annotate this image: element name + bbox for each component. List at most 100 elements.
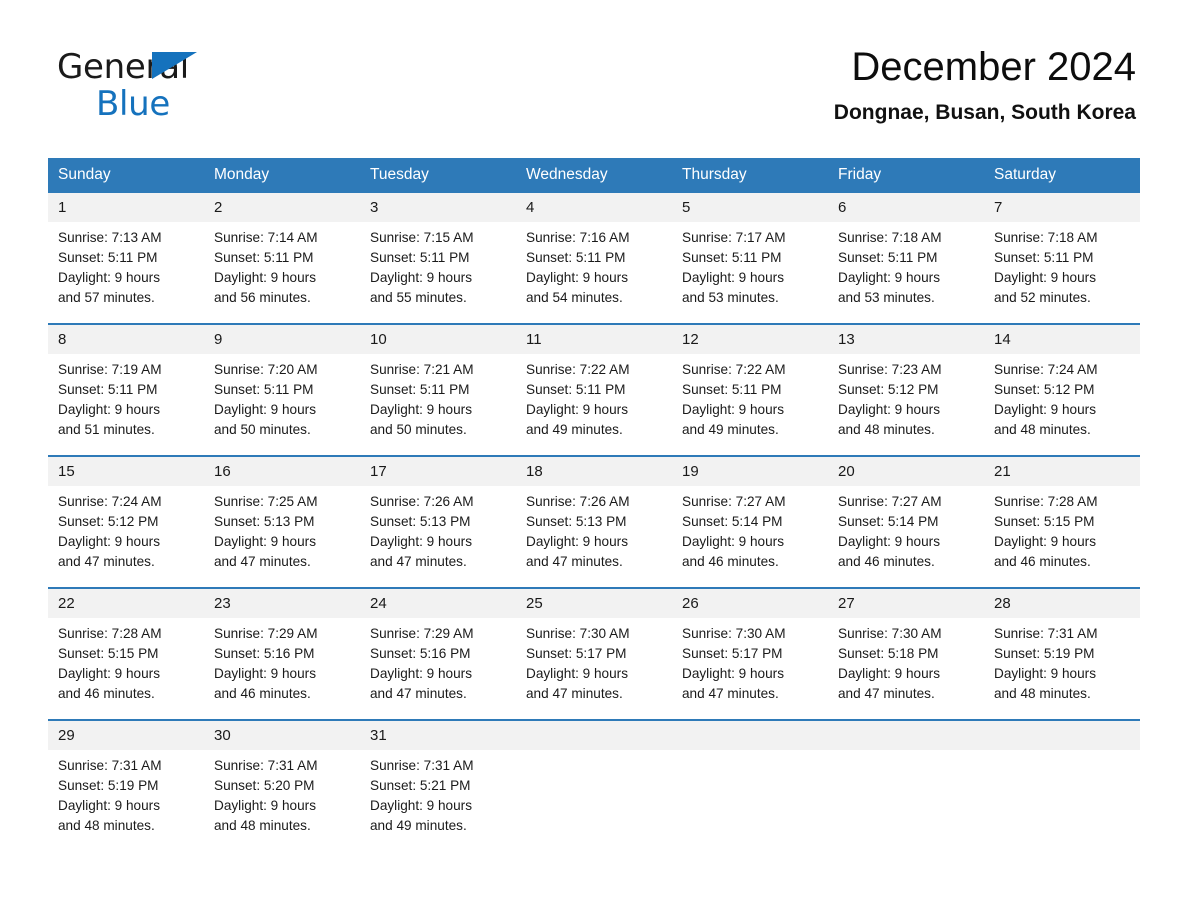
daylight-text-line1: Daylight: 9 hours — [682, 402, 785, 417]
sunset-text: Sunset: 5:11 PM — [682, 250, 782, 265]
day-cell[interactable]: Sunrise: 7:27 AM Sunset: 5:14 PM Dayligh… — [672, 486, 828, 586]
sunrise-text: Sunrise: 7:18 AM — [994, 230, 1098, 245]
day-number[interactable]: 23 — [204, 589, 360, 618]
sunset-text: Sunset: 5:11 PM — [526, 382, 626, 397]
day-cell[interactable]: Sunrise: 7:16 AM Sunset: 5:11 PM Dayligh… — [516, 222, 672, 322]
day-number[interactable]: 20 — [828, 457, 984, 486]
day-number[interactable]: 21 — [984, 457, 1140, 486]
day-number[interactable]: 17 — [360, 457, 516, 486]
day-number[interactable]: 12 — [672, 325, 828, 354]
day-number-empty — [984, 721, 1140, 750]
day-cell[interactable]: Sunrise: 7:24 AM Sunset: 5:12 PM Dayligh… — [984, 354, 1140, 454]
daylight-text-line2: and 49 minutes. — [682, 422, 779, 437]
day-number[interactable]: 30 — [204, 721, 360, 750]
day-cell[interactable]: Sunrise: 7:27 AM Sunset: 5:14 PM Dayligh… — [828, 486, 984, 586]
daylight-text-line2: and 47 minutes. — [370, 686, 467, 701]
day-cell[interactable]: Sunrise: 7:24 AM Sunset: 5:12 PM Dayligh… — [48, 486, 204, 586]
day-number[interactable]: 27 — [828, 589, 984, 618]
day-cell[interactable]: Sunrise: 7:18 AM Sunset: 5:11 PM Dayligh… — [828, 222, 984, 322]
daylight-text-line2: and 48 minutes. — [994, 686, 1091, 701]
daylight-text-line1: Daylight: 9 hours — [994, 666, 1097, 681]
day-cell[interactable]: Sunrise: 7:29 AM Sunset: 5:16 PM Dayligh… — [204, 618, 360, 718]
sunrise-text: Sunrise: 7:28 AM — [58, 626, 162, 641]
sunrise-text: Sunrise: 7:26 AM — [526, 494, 630, 509]
day-cell[interactable]: Sunrise: 7:26 AM Sunset: 5:13 PM Dayligh… — [360, 486, 516, 586]
day-number[interactable]: 7 — [984, 193, 1140, 222]
day-cell[interactable]: Sunrise: 7:30 AM Sunset: 5:17 PM Dayligh… — [516, 618, 672, 718]
day-cell[interactable]: Sunrise: 7:19 AM Sunset: 5:11 PM Dayligh… — [48, 354, 204, 454]
day-number[interactable]: 18 — [516, 457, 672, 486]
day-number[interactable]: 31 — [360, 721, 516, 750]
day-cell[interactable]: Sunrise: 7:17 AM Sunset: 5:11 PM Dayligh… — [672, 222, 828, 322]
daylight-text-line2: and 55 minutes. — [370, 290, 467, 305]
day-number[interactable]: 15 — [48, 457, 204, 486]
day-cell[interactable]: Sunrise: 7:23 AM Sunset: 5:12 PM Dayligh… — [828, 354, 984, 454]
day-cell[interactable]: Sunrise: 7:22 AM Sunset: 5:11 PM Dayligh… — [672, 354, 828, 454]
day-number[interactable]: 25 — [516, 589, 672, 618]
sunset-text: Sunset: 5:11 PM — [526, 250, 626, 265]
day-cell[interactable]: Sunrise: 7:14 AM Sunset: 5:11 PM Dayligh… — [204, 222, 360, 322]
day-number[interactable]: 1 — [48, 193, 204, 222]
daylight-text-line1: Daylight: 9 hours — [526, 666, 629, 681]
daylight-text-line1: Daylight: 9 hours — [370, 666, 473, 681]
sunset-text: Sunset: 5:12 PM — [58, 514, 159, 529]
daylight-text-line2: and 57 minutes. — [58, 290, 155, 305]
day-cell[interactable]: Sunrise: 7:28 AM Sunset: 5:15 PM Dayligh… — [48, 618, 204, 718]
day-number[interactable]: 19 — [672, 457, 828, 486]
day-cell-empty — [516, 750, 672, 850]
day-cell[interactable]: Sunrise: 7:20 AM Sunset: 5:11 PM Dayligh… — [204, 354, 360, 454]
sunrise-text: Sunrise: 7:24 AM — [58, 494, 162, 509]
day-cell[interactable]: Sunrise: 7:22 AM Sunset: 5:11 PM Dayligh… — [516, 354, 672, 454]
day-number[interactable]: 10 — [360, 325, 516, 354]
day-cell[interactable]: Sunrise: 7:31 AM Sunset: 5:20 PM Dayligh… — [204, 750, 360, 850]
day-number[interactable]: 8 — [48, 325, 204, 354]
day-cell[interactable]: Sunrise: 7:30 AM Sunset: 5:18 PM Dayligh… — [828, 618, 984, 718]
daylight-text-line2: and 47 minutes. — [214, 554, 311, 569]
day-number[interactable]: 11 — [516, 325, 672, 354]
sunrise-text: Sunrise: 7:31 AM — [994, 626, 1098, 641]
daylight-text-line2: and 51 minutes. — [58, 422, 155, 437]
day-number[interactable]: 14 — [984, 325, 1140, 354]
sunrise-text: Sunrise: 7:28 AM — [994, 494, 1098, 509]
day-cell[interactable]: Sunrise: 7:15 AM Sunset: 5:11 PM Dayligh… — [360, 222, 516, 322]
day-cell[interactable]: Sunrise: 7:31 AM Sunset: 5:19 PM Dayligh… — [984, 618, 1140, 718]
day-number[interactable]: 9 — [204, 325, 360, 354]
day-cell[interactable]: Sunrise: 7:18 AM Sunset: 5:11 PM Dayligh… — [984, 222, 1140, 322]
day-cell[interactable]: Sunrise: 7:30 AM Sunset: 5:17 PM Dayligh… — [672, 618, 828, 718]
day-number[interactable]: 13 — [828, 325, 984, 354]
day-number[interactable]: 5 — [672, 193, 828, 222]
day-number[interactable]: 28 — [984, 589, 1140, 618]
day-number[interactable]: 22 — [48, 589, 204, 618]
day-number[interactable]: 24 — [360, 589, 516, 618]
sunset-text: Sunset: 5:12 PM — [994, 382, 1095, 397]
daylight-text-line2: and 48 minutes. — [994, 422, 1091, 437]
day-cell[interactable]: Sunrise: 7:21 AM Sunset: 5:11 PM Dayligh… — [360, 354, 516, 454]
day-number[interactable]: 16 — [204, 457, 360, 486]
daylight-text-line2: and 53 minutes. — [682, 290, 779, 305]
sunrise-text: Sunrise: 7:24 AM — [994, 362, 1098, 377]
day-cell[interactable]: Sunrise: 7:31 AM Sunset: 5:21 PM Dayligh… — [360, 750, 516, 850]
daylight-text-line2: and 48 minutes. — [58, 818, 155, 833]
day-cell[interactable]: Sunrise: 7:28 AM Sunset: 5:15 PM Dayligh… — [984, 486, 1140, 586]
day-cell[interactable]: Sunrise: 7:29 AM Sunset: 5:16 PM Dayligh… — [360, 618, 516, 718]
sunset-text: Sunset: 5:13 PM — [526, 514, 627, 529]
sunset-text: Sunset: 5:11 PM — [370, 382, 470, 397]
day-number[interactable]: 3 — [360, 193, 516, 222]
generalblue-logo[interactable]: General Blue — [57, 50, 197, 121]
daylight-text-line2: and 47 minutes. — [838, 686, 935, 701]
day-cell[interactable]: Sunrise: 7:26 AM Sunset: 5:13 PM Dayligh… — [516, 486, 672, 586]
weekday-header-thursday: Thursday — [672, 158, 828, 193]
day-cell[interactable]: Sunrise: 7:31 AM Sunset: 5:19 PM Dayligh… — [48, 750, 204, 850]
day-number[interactable]: 4 — [516, 193, 672, 222]
sunrise-text: Sunrise: 7:27 AM — [682, 494, 786, 509]
day-cell[interactable]: Sunrise: 7:13 AM Sunset: 5:11 PM Dayligh… — [48, 222, 204, 322]
day-number[interactable]: 2 — [204, 193, 360, 222]
week-row-date-band: 8 9 10 11 12 13 14 — [48, 325, 1140, 354]
day-cell[interactable]: Sunrise: 7:25 AM Sunset: 5:13 PM Dayligh… — [204, 486, 360, 586]
day-number[interactable]: 29 — [48, 721, 204, 750]
sunrise-text: Sunrise: 7:31 AM — [370, 758, 474, 773]
sunrise-text: Sunrise: 7:29 AM — [370, 626, 474, 641]
sunrise-text: Sunrise: 7:17 AM — [682, 230, 786, 245]
day-number[interactable]: 6 — [828, 193, 984, 222]
day-number[interactable]: 26 — [672, 589, 828, 618]
